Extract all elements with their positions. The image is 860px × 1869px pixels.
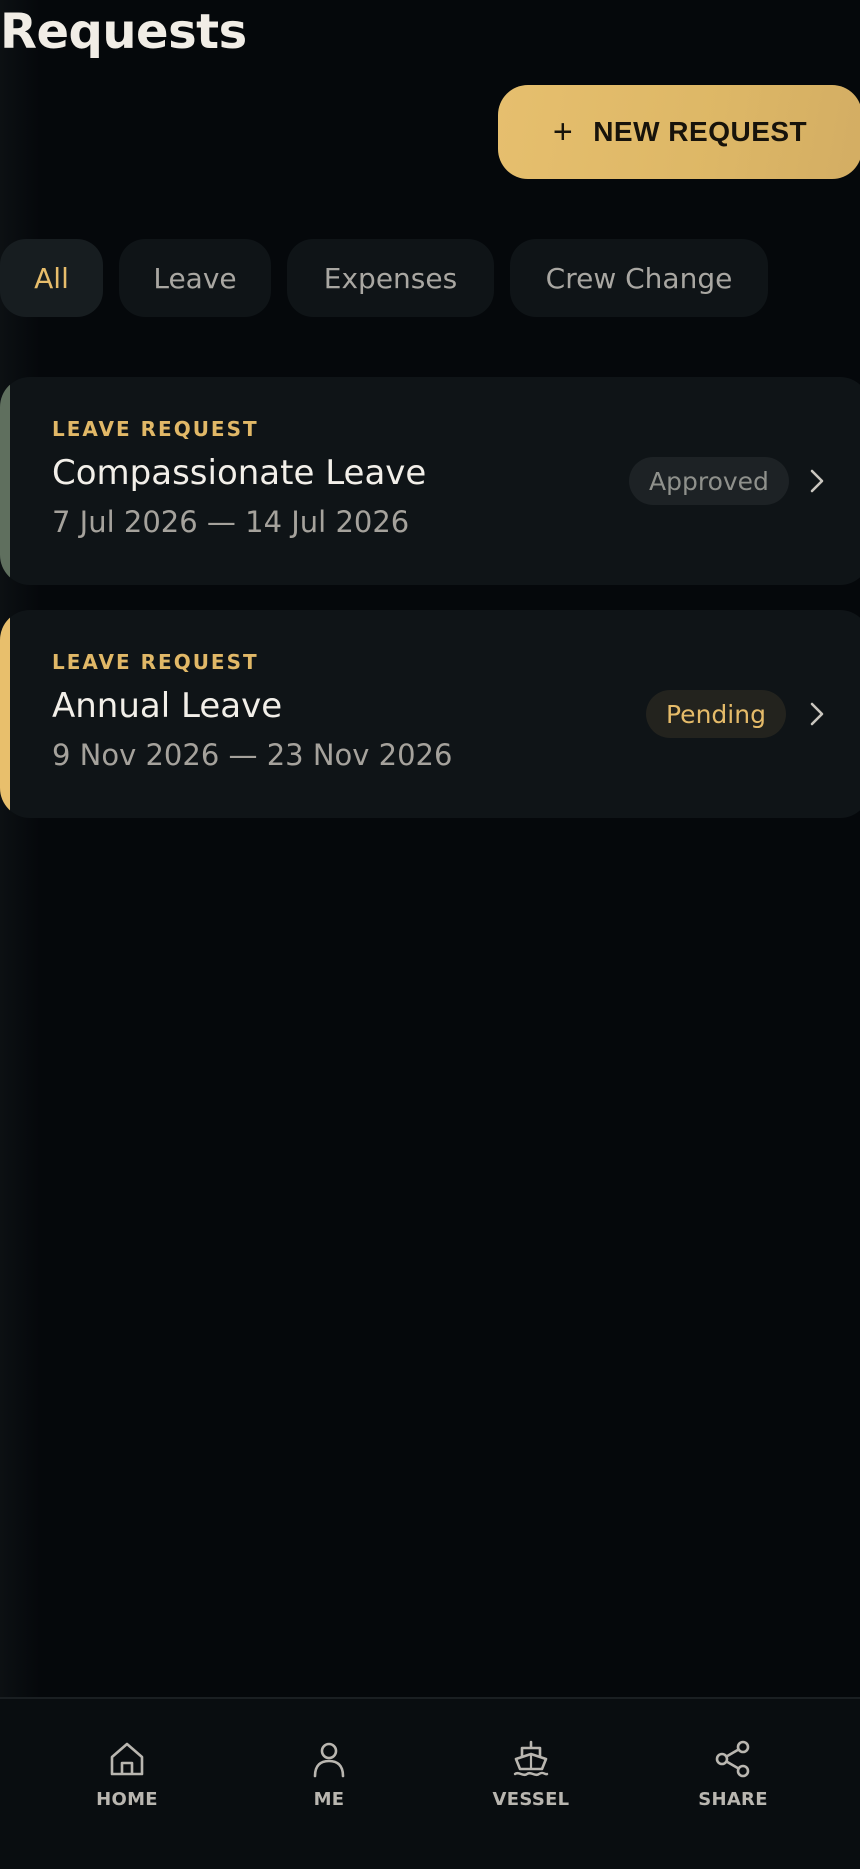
nav-item-share[interactable]: SHARE [663, 1739, 803, 1810]
filter-chip-crew-change[interactable]: Crew Change [510, 239, 768, 317]
nav-label: SHARE [698, 1789, 768, 1810]
status-badge: Pending [646, 690, 786, 738]
chevron-right-icon [806, 694, 828, 734]
filter-chip-leave[interactable]: Leave [119, 239, 271, 317]
nav-item-vessel[interactable]: VESSEL [461, 1739, 601, 1810]
new-request-button[interactable]: + NEW REQUEST [498, 85, 860, 179]
person-icon [313, 1742, 345, 1778]
nav-label: VESSEL [492, 1789, 570, 1810]
chevron-right-icon [806, 461, 828, 501]
requests-screen: Requests + NEW REQUEST All Leave Expense… [0, 0, 860, 1869]
filter-chip-all[interactable]: All [0, 239, 103, 317]
home-icon [110, 1742, 144, 1776]
request-type-label: LEAVE REQUEST [52, 417, 259, 441]
request-card[interactable]: LEAVE REQUEST Annual Leave 9 Nov 2026 — … [0, 610, 860, 818]
filter-chips: All Leave Expenses Crew Change [0, 239, 768, 317]
status-accent-bar [0, 610, 10, 818]
nav-label: HOME [96, 1789, 158, 1810]
plus-icon: + [552, 113, 574, 151]
status-badge: Approved [629, 457, 789, 505]
request-card[interactable]: LEAVE REQUEST Compassionate Leave 7 Jul … [0, 377, 860, 585]
request-type-label: LEAVE REQUEST [52, 650, 259, 674]
request-dates: 7 Jul 2026 — 14 Jul 2026 [52, 505, 410, 539]
request-dates: 9 Nov 2026 — 23 Nov 2026 [52, 738, 453, 772]
filter-chip-expenses[interactable]: Expenses [287, 239, 494, 317]
share-icon [715, 1740, 750, 1778]
nav-item-me[interactable]: ME [259, 1739, 399, 1810]
status-accent-bar [0, 377, 10, 585]
request-title: Compassionate Leave [52, 453, 427, 493]
request-title: Annual Leave [52, 686, 283, 726]
bottom-nav: HOME ME VESSEL SHARE [0, 1697, 860, 1869]
page-title: Requests [0, 4, 247, 60]
nav-label: ME [313, 1789, 345, 1810]
new-request-label: NEW REQUEST [593, 116, 808, 147]
nav-item-home[interactable]: HOME [57, 1739, 197, 1810]
ship-icon [513, 1740, 549, 1777]
